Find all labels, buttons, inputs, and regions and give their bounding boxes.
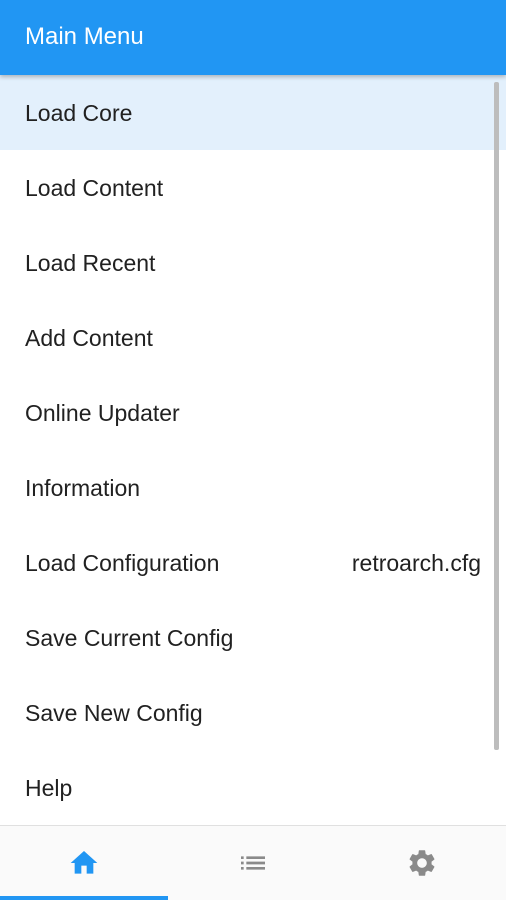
menu-item-load-core[interactable]: Load Core xyxy=(0,75,506,150)
menu-item-label: Load Content xyxy=(25,175,164,201)
tab-playlists[interactable] xyxy=(169,826,337,900)
menu-item-help[interactable]: Help xyxy=(0,750,506,825)
menu-item-label: Load Configuration xyxy=(25,550,220,576)
menu-item-online-updater[interactable]: Online Updater xyxy=(0,375,506,450)
list-icon xyxy=(241,856,265,870)
bottom-navigation xyxy=(0,825,506,900)
page-title: Main Menu xyxy=(25,23,144,50)
menu-item-label: Online Updater xyxy=(25,400,180,426)
home-icon xyxy=(70,851,98,874)
tab-settings[interactable] xyxy=(337,826,506,900)
tab-main-menu[interactable] xyxy=(0,826,168,900)
menu-item-add-content[interactable]: Add Content xyxy=(0,300,506,375)
menu-item-label: Load Recent xyxy=(25,250,156,276)
menu-item-label: Information xyxy=(25,475,141,501)
active-tab-indicator xyxy=(0,896,168,900)
menu-item-label: Add Content xyxy=(25,325,153,351)
gear-icon xyxy=(409,850,434,876)
menu-item-label: Save New Config xyxy=(25,700,203,726)
header-bar: Main Menu xyxy=(0,0,506,75)
menu-item-load-content[interactable]: Load Content xyxy=(0,150,506,225)
menu-item-save-new-config[interactable]: Save New Config xyxy=(0,675,506,750)
menu-item-value: retroarch.cfg xyxy=(351,550,481,576)
menu-item-label: Load Core xyxy=(25,100,133,126)
scrollbar[interactable] xyxy=(494,82,499,750)
menu-item-label: Save Current Config xyxy=(25,625,234,651)
menu-item-save-current-config[interactable]: Save Current Config xyxy=(0,600,506,675)
main-menu-list: Load Core Load Content Load Recent Add C… xyxy=(0,75,506,825)
menu-item-information[interactable]: Information xyxy=(0,450,506,525)
app-root: Main Menu Load Core Load Content Load Re… xyxy=(0,0,506,900)
menu-item-label: Help xyxy=(25,775,73,801)
menu-item-load-recent[interactable]: Load Recent xyxy=(0,225,506,300)
menu-item-load-configuration[interactable]: Load Configuration retroarch.cfg xyxy=(0,525,506,600)
